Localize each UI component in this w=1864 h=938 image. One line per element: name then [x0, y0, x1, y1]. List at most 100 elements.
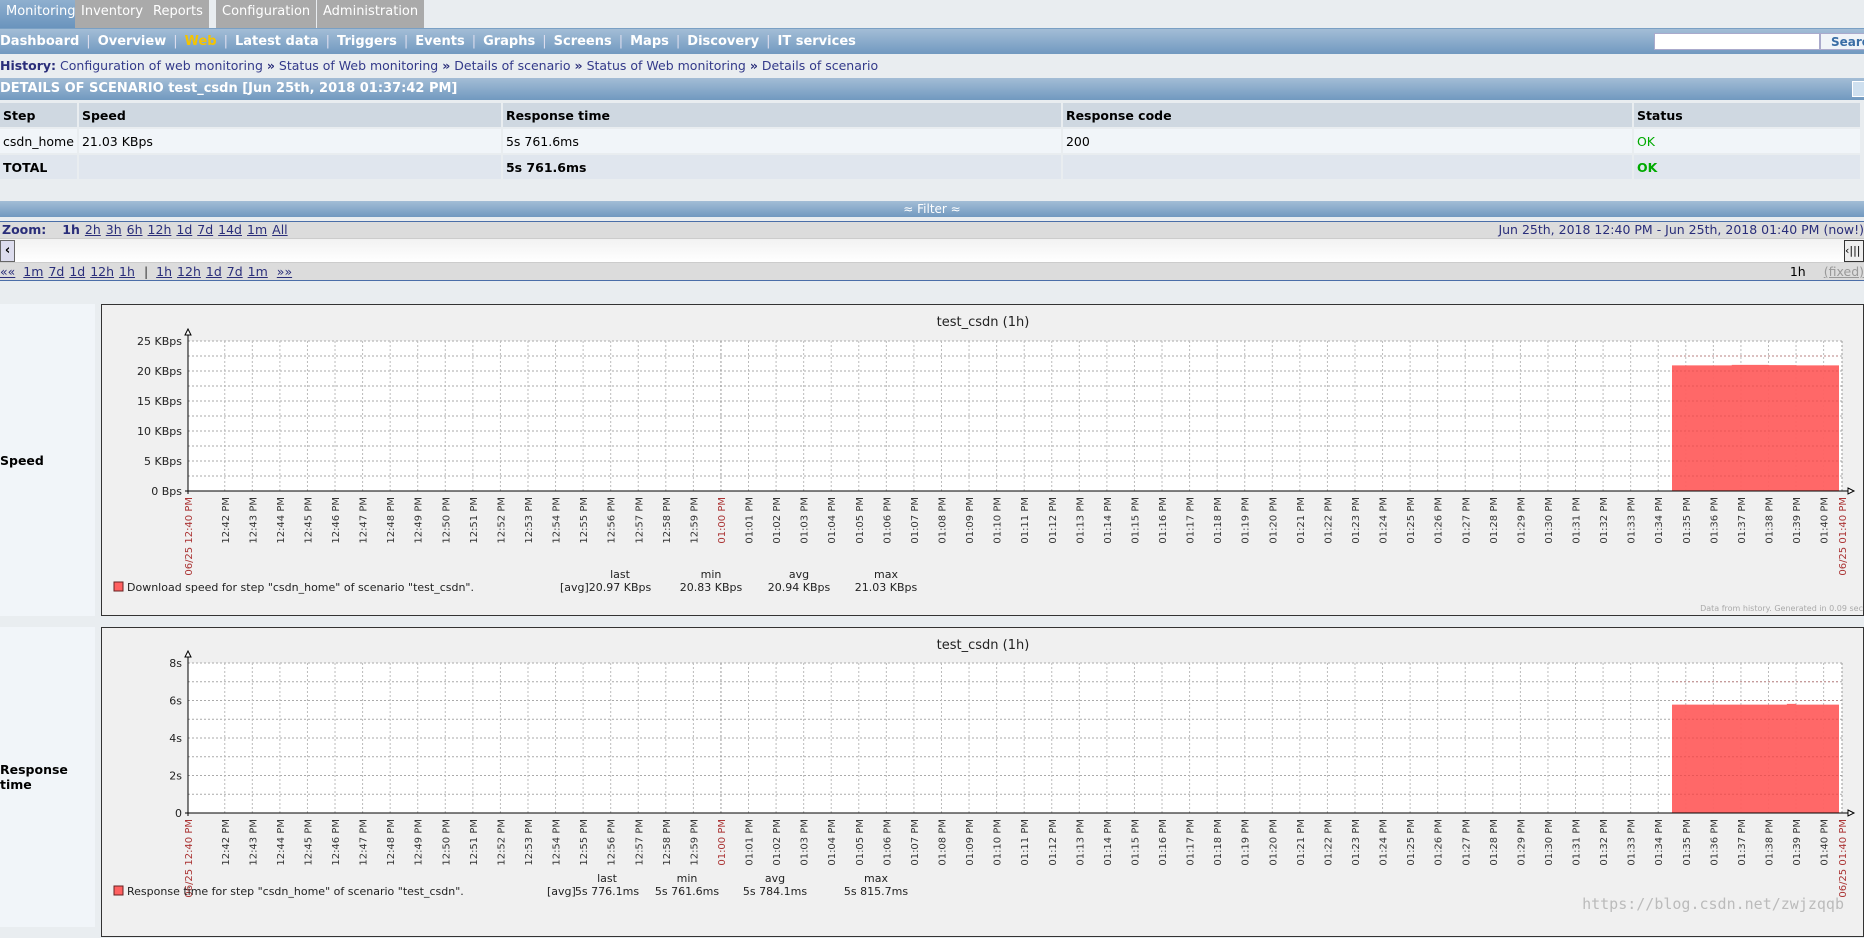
- forward-1h[interactable]: 1h: [156, 264, 172, 279]
- y-tick-label: 5 KBps: [144, 455, 182, 468]
- breadcrumb-link[interactable]: Details of scenario: [762, 58, 878, 73]
- period-nav-row: «« 1m 7d 1d 12h 1h | 1h 12h 1d 7d 1m »»: [0, 264, 292, 280]
- zoom-option-14d[interactable]: 14d: [218, 222, 242, 237]
- y-tick-label: 15 KBps: [137, 395, 182, 408]
- back-12h[interactable]: 12h: [90, 264, 114, 279]
- x-tick-label: 01:38 PM: [1764, 819, 1775, 866]
- submenu-item-maps[interactable]: Maps: [623, 29, 676, 54]
- legend-header-last: last: [610, 568, 631, 581]
- time-navigation: Zoom: 1h 2h 3h 6h 12h 1d 7d 14d 1m All Jun 25th, 2…: [0, 221, 1864, 281]
- x-tick-label: 12:42 PM: [221, 819, 232, 866]
- zoom-option-6h[interactable]: 6h: [127, 222, 143, 237]
- zoom-option-3h[interactable]: 3h: [106, 222, 122, 237]
- submenu-item-graphs[interactable]: Graphs: [476, 29, 542, 54]
- x-tick-label: 12:54 PM: [552, 819, 563, 866]
- series-area: [1672, 364, 1839, 491]
- x-tick-label: 01:30 PM: [1544, 497, 1555, 544]
- forward-7d[interactable]: 7d: [227, 264, 243, 279]
- submenu-item-events[interactable]: Events: [408, 29, 471, 54]
- submenu-item-screens[interactable]: Screens: [547, 29, 619, 54]
- forward-1d[interactable]: 1d: [206, 264, 222, 279]
- breadcrumb-link[interactable]: Configuration of web monitoring: [60, 58, 263, 73]
- legend-header-min: min: [677, 872, 698, 885]
- x-tick-label: 01:07 PM: [910, 497, 921, 544]
- zoom-option-1h[interactable]: 1h: [62, 222, 80, 237]
- breadcrumb-separator: »: [574, 58, 583, 73]
- x-tick-label: 12:49 PM: [414, 819, 425, 866]
- zoom-option-all[interactable]: All: [272, 222, 288, 237]
- details-header: DETAILS OF SCENARIO test_csdn [Jun 25th,…: [0, 78, 1864, 100]
- legend-function: [avg]: [547, 885, 576, 898]
- x-tick-label: 12:47 PM: [359, 497, 370, 544]
- response-time-graph: 0 2s 4s 6s 8s 06/25 12:40 PM 12:42 PM 12:43 PM 1…: [101, 627, 1864, 937]
- back-1h[interactable]: 1h: [119, 264, 135, 279]
- x-tick-label: 01:22 PM: [1323, 497, 1334, 544]
- timeline-scrollbar[interactable]: ‹ ‹|||: [0, 238, 1864, 263]
- legend-series-name: Download speed for step "csdn_home" of s…: [127, 581, 474, 594]
- x-tick-label: 12:48 PM: [386, 497, 397, 544]
- tab-inventory[interactable]: Inventory: [75, 0, 152, 28]
- zoom-label: Zoom:: [2, 222, 47, 237]
- submenu-item-discovery[interactable]: Discovery: [680, 29, 766, 54]
- breadcrumb-link[interactable]: Status of Web monitoring: [587, 58, 746, 73]
- submenu-item-triggers[interactable]: Triggers: [330, 29, 404, 54]
- x-tick-label: 12:50 PM: [441, 497, 452, 544]
- search-input[interactable]: [1654, 33, 1820, 50]
- scroll-left-button[interactable]: ‹: [0, 240, 15, 262]
- x-tick-label: 01:26 PM: [1434, 819, 1445, 866]
- x-tick-label: 12:55 PM: [579, 497, 590, 544]
- forward-1m[interactable]: 1m: [248, 264, 268, 279]
- zoom-option-1d[interactable]: 1d: [176, 222, 192, 237]
- y-axis-arrow-icon: [184, 327, 192, 336]
- zoom-option-1m[interactable]: 1m: [247, 222, 267, 237]
- col-speed: Speed: [78, 103, 501, 127]
- forward-arrows[interactable]: »»: [277, 264, 292, 279]
- submenu-item-latest-data[interactable]: Latest data: [228, 29, 326, 54]
- tab-monitoring[interactable]: Monitoring: [0, 0, 84, 28]
- tab-administration[interactable]: Administration: [317, 0, 427, 28]
- breadcrumb-link[interactable]: Status of Web monitoring: [279, 58, 438, 73]
- x-tick-label: 12:59 PM: [689, 497, 700, 544]
- legend-value-min: 20.83 KBps: [680, 581, 743, 594]
- search-button[interactable]: Search: [1820, 33, 1864, 50]
- cell-speed: 21.03 KBps: [78, 129, 501, 153]
- submenu-item-it-services[interactable]: IT services: [770, 29, 862, 54]
- cell-total-status: OK: [1633, 155, 1860, 179]
- fullscreen-icon[interactable]: [1852, 81, 1864, 97]
- speed-graph: 0 Bps 5 KBps 10 KBps 15 KBps 20 KBps 25 KBps 0…: [101, 304, 1864, 616]
- tab-reports[interactable]: Reports: [147, 0, 211, 28]
- zoom-option-7d[interactable]: 7d: [197, 222, 213, 237]
- x-tick-label: 01:38 PM: [1764, 497, 1775, 544]
- submenu-item-dashboard[interactable]: Dashboard: [0, 29, 86, 54]
- breadcrumb-link[interactable]: Details of scenario: [454, 58, 570, 73]
- tab-configuration[interactable]: Configuration: [216, 0, 319, 28]
- submenu-item-web[interactable]: Web: [178, 29, 224, 54]
- back-1d[interactable]: 1d: [69, 264, 85, 279]
- graph-label-speed: Speed: [0, 304, 95, 616]
- x-tick-label: 01:15 PM: [1130, 819, 1141, 866]
- x-tick-label: 01:28 PM: [1489, 819, 1500, 866]
- cell-total-response-time: 5s 761.6ms: [502, 155, 1061, 179]
- zoom-option-12h[interactable]: 12h: [148, 222, 172, 237]
- x-tick-label: 01:21 PM: [1296, 497, 1307, 544]
- back-arrows[interactable]: ««: [0, 264, 15, 279]
- x-tick-label-main: 06/25 12:40 PM: [184, 497, 195, 576]
- x-tick-label: 12:54 PM: [552, 497, 563, 544]
- scroll-handle[interactable]: ‹|||: [1844, 240, 1864, 262]
- x-tick-label: 01:40 PM: [1820, 819, 1831, 866]
- back-1m[interactable]: 1m: [23, 264, 43, 279]
- x-tick-label: 12:45 PM: [303, 497, 314, 544]
- x-tick-label-main: 06/25 01:40 PM: [1838, 497, 1849, 576]
- zoom-option-2h[interactable]: 2h: [85, 222, 101, 237]
- forward-12h[interactable]: 12h: [177, 264, 201, 279]
- submenu-item-overview[interactable]: Overview: [91, 29, 174, 54]
- x-tick-label: 01:24 PM: [1379, 819, 1390, 866]
- x-tick-label: 01:24 PM: [1379, 497, 1390, 544]
- fixed-toggle[interactable]: (fixed): [1824, 264, 1864, 279]
- back-7d[interactable]: 7d: [48, 264, 64, 279]
- filter-toggle[interactable]: ≈ Filter ≈: [0, 201, 1864, 217]
- x-tick-label: 01:27 PM: [1461, 819, 1472, 866]
- y-tick-label: 2s: [169, 770, 182, 783]
- cell-step: csdn_home: [0, 129, 77, 153]
- x-tick-label: 01:13 PM: [1075, 497, 1086, 544]
